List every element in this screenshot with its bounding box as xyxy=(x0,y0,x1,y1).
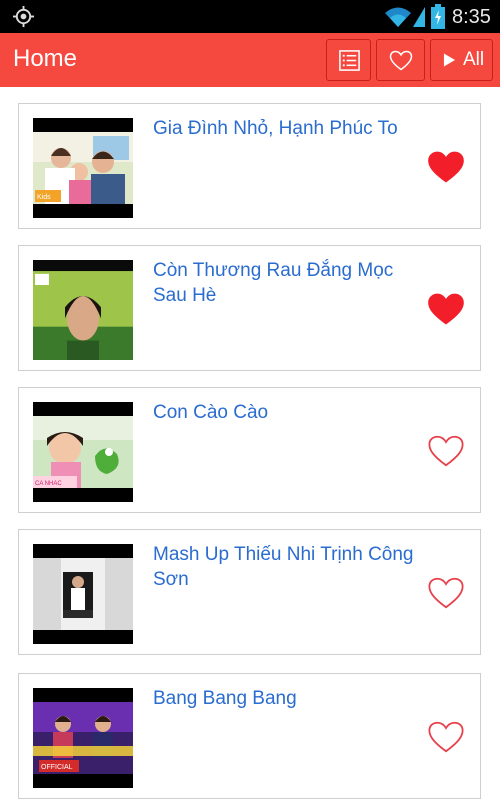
svg-text:OFFICIAL: OFFICIAL xyxy=(41,764,73,771)
play-icon xyxy=(443,53,456,67)
song-thumbnail: CA NHAC xyxy=(33,402,133,502)
favorite-heart-filled-icon[interactable] xyxy=(427,292,465,326)
action-bar: Home All xyxy=(0,33,500,87)
favorite-heart-outline-icon[interactable] xyxy=(427,434,465,468)
signal-icon xyxy=(413,7,425,27)
page-title: Home xyxy=(13,45,78,72)
song-item[interactable]: Kids Gia Đình Nhỏ, Hạnh Phúc To xyxy=(18,103,481,229)
status-bar: 8:35 xyxy=(0,0,500,33)
favorite-heart-outline-icon[interactable] xyxy=(427,720,465,754)
favorites-button[interactable] xyxy=(376,39,425,81)
favorite-heart-filled-icon[interactable] xyxy=(427,150,465,184)
song-title: Con Cào Cào xyxy=(153,402,269,423)
song-list[interactable]: Kids Gia Đình Nhỏ, Hạnh Phúc To Còn Thươ… xyxy=(0,87,500,800)
list-icon xyxy=(339,50,360,71)
song-title: Mash Up Thiếu Nhi Trịnh Công Sơn xyxy=(153,544,414,590)
gps-icon xyxy=(12,5,35,28)
play-all-button[interactable]: All xyxy=(430,39,493,81)
song-thumbnail xyxy=(33,544,133,644)
playlist-button[interactable] xyxy=(326,39,371,81)
song-thumbnail: Kids xyxy=(33,118,133,218)
song-title: Bang Bang Bang xyxy=(153,688,297,709)
wifi-icon xyxy=(385,7,411,27)
heart-outline-icon xyxy=(389,50,413,71)
status-clock: 8:35 xyxy=(452,6,491,28)
song-item[interactable]: Còn Thương Rau Đắng Mọc Sau Hè xyxy=(18,245,481,371)
svg-text:CA NHAC: CA NHAC xyxy=(35,481,62,487)
song-item[interactable]: OFFICIAL Bang Bang Bang xyxy=(18,673,481,799)
favorite-heart-outline-icon[interactable] xyxy=(427,576,465,610)
song-title: Gia Đình Nhỏ, Hạnh Phúc To xyxy=(153,118,398,139)
song-item[interactable]: Mash Up Thiếu Nhi Trịnh Công Sơn xyxy=(18,529,481,655)
battery-icon xyxy=(431,4,445,29)
song-item[interactable]: CA NHAC Con Cào Cào xyxy=(18,387,481,513)
song-title: Còn Thương Rau Đắng Mọc Sau Hè xyxy=(153,260,394,306)
song-thumbnail xyxy=(33,260,133,360)
song-thumbnail: OFFICIAL xyxy=(33,688,133,788)
svg-text:Kids: Kids xyxy=(37,194,51,201)
play-all-label: All xyxy=(463,49,485,70)
